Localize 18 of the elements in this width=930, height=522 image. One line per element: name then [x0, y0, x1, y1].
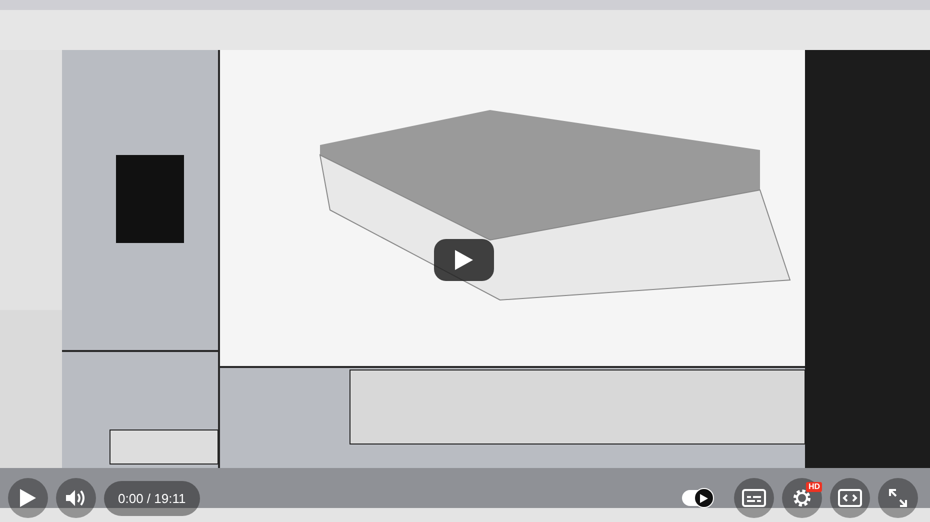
play-icon: [19, 488, 37, 508]
miniplayer-icon: [838, 489, 862, 507]
subtitles-button[interactable]: [734, 478, 774, 518]
subtitles-icon: [742, 489, 766, 507]
volume-button[interactable]: [56, 478, 96, 518]
fullscreen-icon: [888, 488, 908, 508]
miniplayer-button[interactable]: [830, 478, 870, 518]
settings-icon: [791, 487, 813, 509]
autoplay-toggle[interactable]: [682, 490, 712, 506]
play-button[interactable]: [434, 239, 494, 281]
hd-badge: HD: [806, 482, 822, 492]
play-icon: [700, 494, 708, 502]
play-icon: [455, 250, 473, 270]
video-time: 0:00 / 19:11: [104, 480, 200, 516]
settings-button[interactable]: HD: [782, 478, 822, 518]
fullscreen-button[interactable]: [878, 478, 918, 518]
play-button[interactable]: [8, 478, 48, 518]
speaker-icon: [65, 488, 87, 508]
